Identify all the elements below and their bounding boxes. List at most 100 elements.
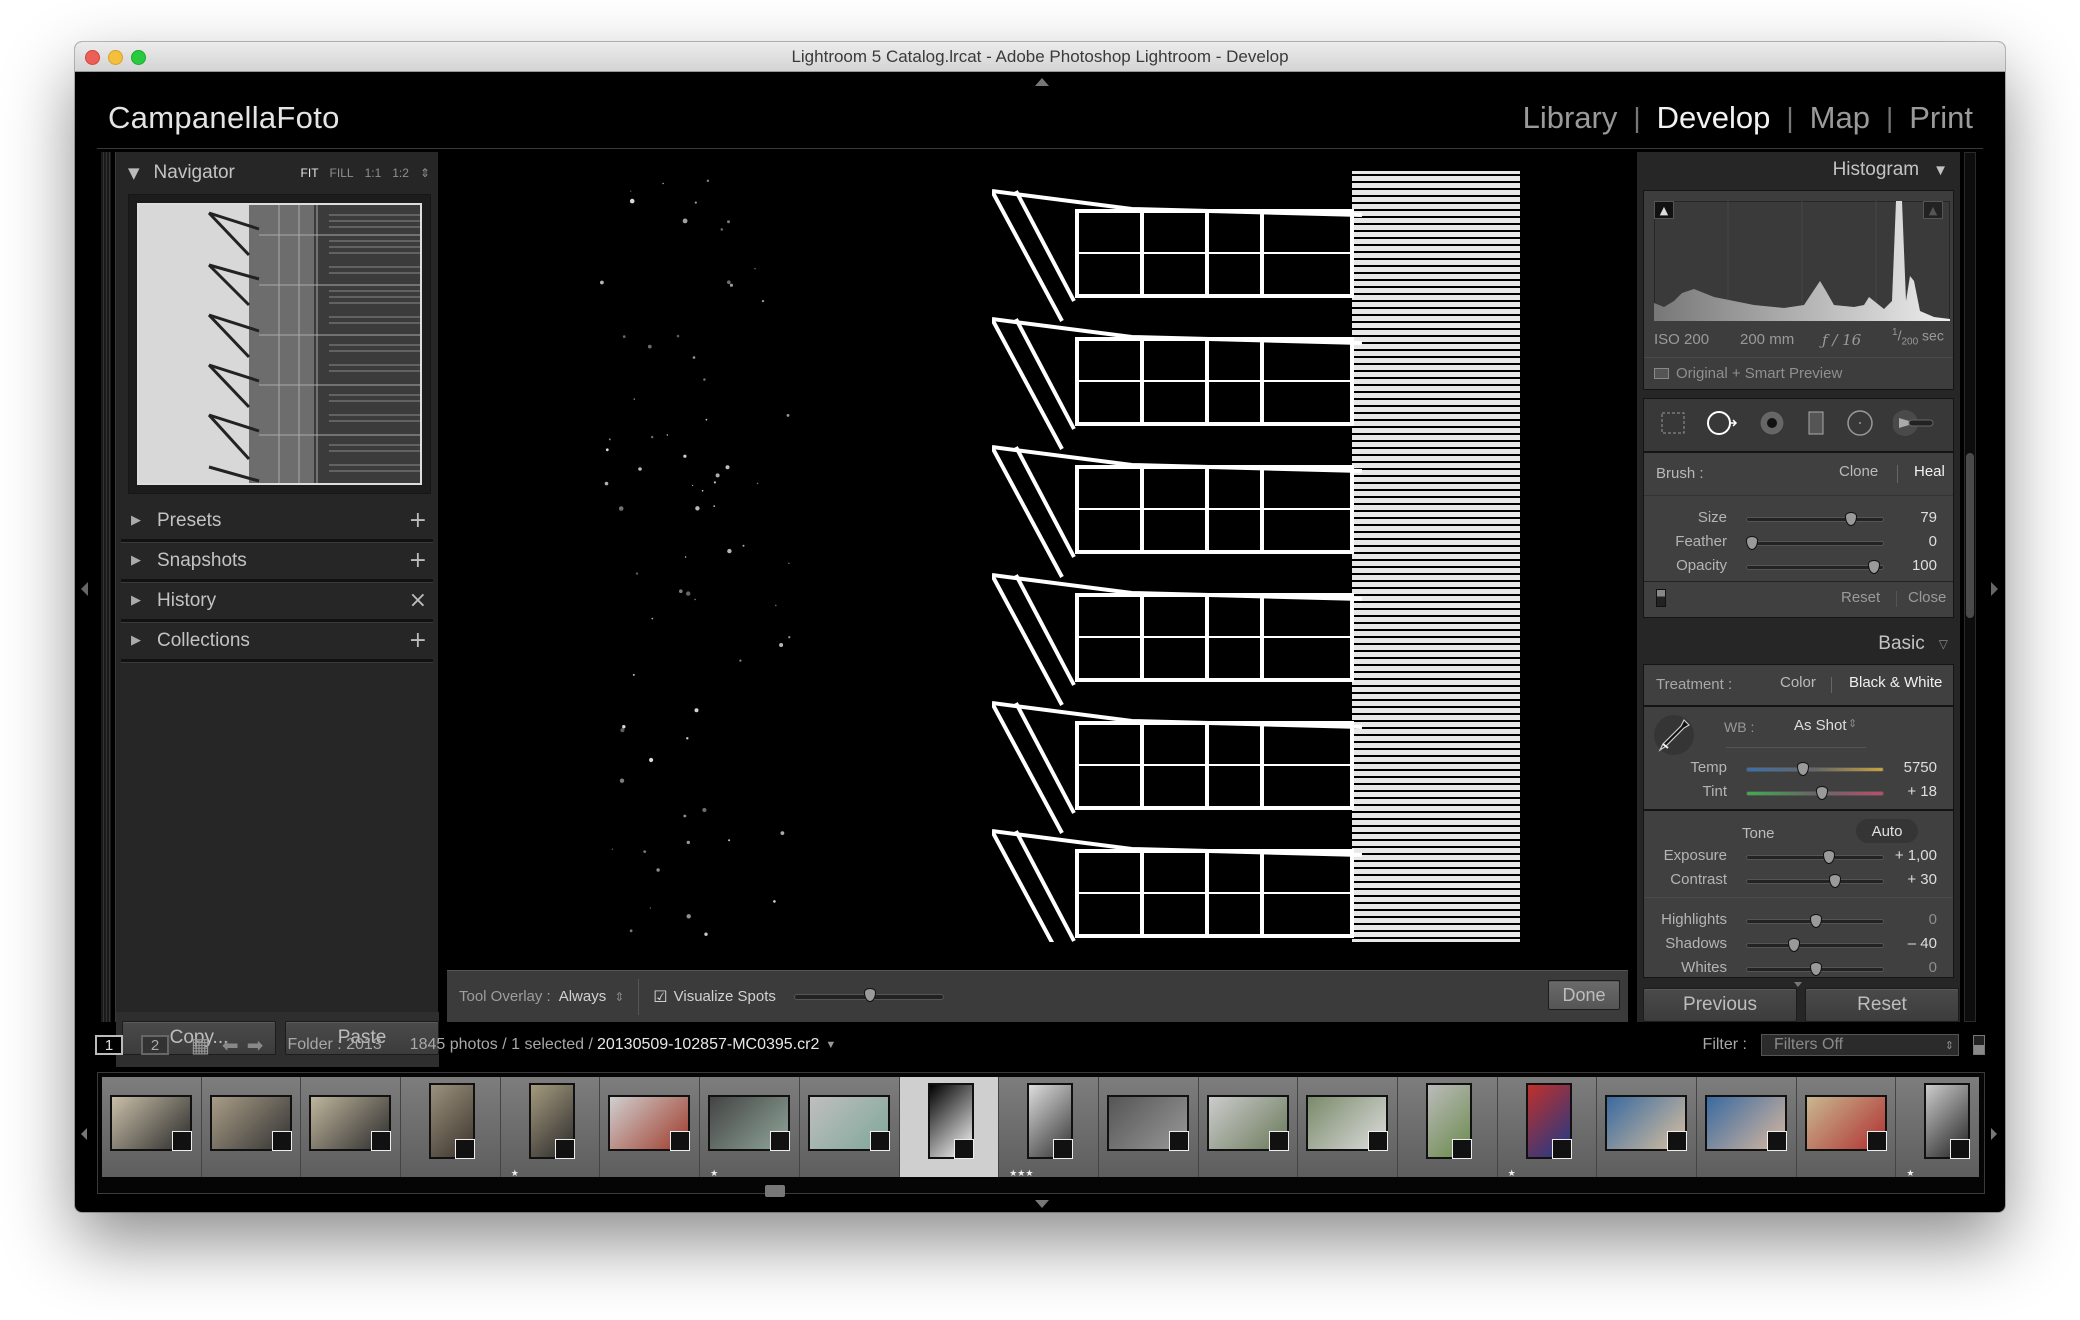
folder-source[interactable]: Folder : 2013	[287, 1036, 381, 1054]
slider-thumb[interactable]	[1829, 874, 1842, 888]
plus-icon[interactable]: +	[409, 548, 427, 573]
filmstrip-thumbnail[interactable]	[799, 1077, 900, 1177]
left-panel-grip[interactable]	[101, 152, 111, 1022]
filter-lock-switch[interactable]	[1973, 1035, 1985, 1055]
slider-value[interactable]: 0	[1929, 959, 1937, 976]
filmstrip-thumbnail[interactable]	[1597, 1077, 1697, 1177]
slider-value[interactable]: 100	[1912, 557, 1937, 574]
histogram-header[interactable]: Histogram ▼	[1833, 152, 1948, 188]
slider-value[interactable]: + 18	[1907, 783, 1937, 800]
main-photo[interactable]	[992, 171, 1520, 942]
slider-value[interactable]: + 30	[1907, 871, 1937, 888]
visualize-spots-checkbox[interactable]: ☑	[653, 987, 667, 1006]
stepper-icon[interactable]: ⇕	[614, 990, 624, 1004]
reset-button[interactable]: Reset	[1805, 988, 1959, 1022]
filmstrip-scroll-left-icon[interactable]	[81, 1128, 87, 1140]
module-map[interactable]: Map	[1810, 100, 1870, 136]
zoom-fit[interactable]: FIT	[301, 166, 319, 180]
bw-treatment-button[interactable]: Black & White	[1849, 674, 1942, 691]
plus-icon[interactable]: +	[409, 508, 427, 533]
color-treatment-button[interactable]: Color	[1780, 674, 1816, 691]
tint-slider[interactable]	[1746, 786, 1884, 800]
zoom-fill[interactable]: FILL	[330, 166, 354, 180]
reset-spot-button[interactable]: Reset	[1841, 589, 1880, 606]
opacity-slider[interactable]	[1746, 560, 1884, 574]
star-rating[interactable]: ★	[710, 1169, 718, 1177]
filmstrip-thumbnail[interactable]	[1198, 1077, 1299, 1177]
slider-thumb[interactable]	[1810, 962, 1822, 976]
filter-select[interactable]: Filters Off ⇕	[1761, 1034, 1959, 1056]
slider-value[interactable]: – 40	[1908, 935, 1937, 952]
scrollbar-thumb[interactable]	[1966, 453, 1974, 618]
star-rating[interactable]: ★	[1906, 1169, 1914, 1177]
presets-section[interactable]: ▶ Presets +	[121, 502, 433, 542]
brush-toggle-switch[interactable]	[1656, 589, 1666, 607]
right-panel-scrollbar[interactable]	[1964, 152, 1976, 1022]
filmstrip-scrollbar-thumb[interactable]	[765, 1185, 785, 1197]
basic-header[interactable]: Basic ▽	[1878, 626, 1948, 662]
graduated-filter-icon[interactable]	[1805, 409, 1827, 441]
wb-select[interactable]: As Shot	[1794, 717, 1847, 734]
close-window-button[interactable]	[85, 50, 100, 65]
filmstrip-thumbnail[interactable]: ★	[1497, 1077, 1598, 1177]
slider-thumb[interactable]	[863, 987, 876, 1002]
top-panel-toggle-icon[interactable]	[1035, 78, 1049, 86]
back-arrow-icon[interactable]: ⬅	[222, 1033, 239, 1058]
filmstrip-thumbnail[interactable]	[301, 1077, 402, 1177]
clone-mode-button[interactable]: Clone	[1839, 463, 1878, 480]
plus-menu-icon[interactable]: +	[409, 628, 427, 653]
whites-slider[interactable]	[1746, 962, 1884, 976]
smart-preview-icon[interactable]	[1654, 368, 1669, 379]
slider-thumb[interactable]	[1867, 560, 1880, 574]
crop-overlay-icon[interactable]	[1660, 411, 1686, 439]
highlight-clipping-indicator[interactable]: ▲	[1923, 201, 1943, 219]
selected-filename[interactable]: 20130509-102857-MC0395.cr2	[597, 1036, 819, 1054]
slider-value[interactable]: + 1,00	[1895, 847, 1937, 864]
navigator-image[interactable]	[137, 203, 422, 485]
radial-filter-icon[interactable]	[1846, 409, 1874, 441]
left-panel-toggle-icon[interactable]	[81, 582, 88, 596]
clear-icon[interactable]: ×	[409, 588, 427, 613]
done-button[interactable]: Done	[1548, 980, 1620, 1010]
filmstrip-scroll-right-icon[interactable]	[1991, 1128, 1997, 1140]
slider-value[interactable]: 0	[1929, 911, 1937, 928]
spot-removal-icon[interactable]	[1705, 409, 1739, 441]
grid-view-icon[interactable]: ▦	[191, 1033, 210, 1058]
forward-arrow-icon[interactable]: ➡	[247, 1033, 264, 1058]
filmstrip-thumbnail[interactable]	[102, 1077, 202, 1177]
close-spot-button[interactable]: Close	[1908, 589, 1946, 606]
filmstrip-thumbnail[interactable]	[201, 1077, 302, 1177]
auto-tone-button[interactable]: Auto	[1856, 819, 1918, 843]
size-slider[interactable]	[1746, 512, 1884, 526]
shadow-clipping-indicator[interactable]: ▲	[1654, 201, 1674, 219]
image-viewer[interactable]	[447, 152, 1628, 1022]
slider-value[interactable]: 79	[1920, 509, 1937, 526]
collections-section[interactable]: ▶ Collections +	[121, 622, 433, 662]
shadows-slider[interactable]	[1746, 938, 1884, 952]
filmstrip-thumbnail[interactable]	[1397, 1077, 1498, 1177]
slider-value[interactable]: 0	[1929, 533, 1937, 550]
slider-thumb[interactable]	[1788, 938, 1801, 952]
right-panel-toggle-icon[interactable]	[1991, 582, 1998, 596]
slider-thumb[interactable]	[1810, 914, 1822, 928]
maximize-window-button[interactable]	[131, 50, 146, 65]
minimize-window-button[interactable]	[108, 50, 123, 65]
highlights-slider[interactable]	[1746, 914, 1884, 928]
adjustment-brush-icon[interactable]	[1892, 409, 1937, 441]
navigator-header[interactable]: ▼ Navigator FIT FILL 1:1 1:2 ⇕	[116, 152, 438, 194]
filmstrip-thumbnail[interactable]: ★	[1896, 1077, 1979, 1177]
zoom-1-2[interactable]: 1:2	[392, 166, 409, 180]
filmstrip-thumbnail[interactable]	[600, 1077, 701, 1177]
preview-status[interactable]: Original + Smart Preview	[1676, 365, 1842, 382]
snapshots-section[interactable]: ▶ Snapshots +	[121, 542, 433, 582]
primary-window-button[interactable]: 1	[95, 1035, 123, 1055]
filmstrip-thumbnail[interactable]	[1098, 1077, 1199, 1177]
star-rating[interactable]: ★	[1508, 1169, 1516, 1177]
contrast-slider[interactable]	[1746, 874, 1884, 888]
wb-eyedropper-icon[interactable]	[1654, 715, 1694, 755]
zoom-1-1[interactable]: 1:1	[365, 166, 382, 180]
star-rating[interactable]: ★	[511, 1169, 519, 1177]
histogram-graph[interactable]	[1654, 201, 1950, 321]
filmstrip-thumbnail[interactable]	[1796, 1077, 1897, 1177]
exposure-slider[interactable]	[1746, 850, 1884, 864]
